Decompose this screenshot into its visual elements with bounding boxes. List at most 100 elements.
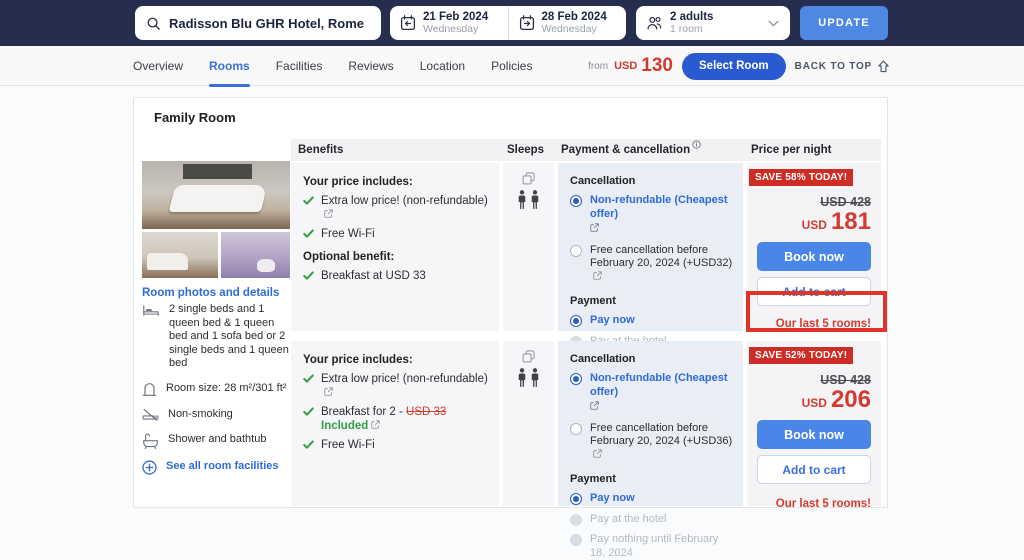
option-text: Pay now xyxy=(590,314,635,328)
checkin-date-text: 21 Feb 2024 Wednesday xyxy=(423,11,488,35)
option-text: Pay nothing until February 18, 2024 xyxy=(590,533,733,560)
add-to-cart-button[interactable]: Add to cart xyxy=(757,455,871,484)
checkout-weekday: Wednesday xyxy=(542,23,607,35)
see-all-facilities-link[interactable]: See all room facilities xyxy=(142,460,294,475)
book-now-button[interactable]: Book now xyxy=(757,420,871,449)
benefit-text: Breakfast at USD 33 xyxy=(321,269,426,283)
no-smoking-icon xyxy=(142,408,159,422)
facilities-link-text: See all room facilities xyxy=(166,460,279,474)
person-icon xyxy=(517,368,527,388)
checkin-calendar-icon xyxy=(400,15,416,31)
offer1-benefits-cell: Your price includes: Extra low price! (n… xyxy=(291,163,499,331)
price-currency: USD xyxy=(802,396,827,410)
cancel-option-nonrefundable[interactable]: Non-refundable (Cheapest offer) xyxy=(570,372,733,415)
info-icon[interactable] xyxy=(692,140,701,149)
room-photo-main[interactable] xyxy=(142,161,290,229)
external-link-icon[interactable] xyxy=(590,223,599,232)
radio-unselected[interactable] xyxy=(570,423,582,435)
benefit-item: Free Wi-Fi xyxy=(303,227,491,241)
price-amount: 181 xyxy=(831,208,871,235)
select-room-button[interactable]: Select Room xyxy=(682,53,786,80)
pay-option-pay-now[interactable]: Pay now xyxy=(570,492,733,506)
external-link-icon[interactable] xyxy=(590,401,599,410)
photo-bed xyxy=(168,185,267,212)
sleeps-two-adults-icon xyxy=(517,368,540,388)
radio-disabled xyxy=(570,534,582,546)
update-search-button[interactable]: UPDATE xyxy=(800,6,888,40)
search-icon xyxy=(146,16,161,31)
room-photo-2[interactable] xyxy=(142,232,218,278)
benefit-item: Breakfast at USD 33 xyxy=(303,269,491,283)
col-header-benefits: Benefits xyxy=(298,139,343,161)
add-to-cart-button[interactable]: Add to cart xyxy=(757,277,871,306)
radio-selected[interactable] xyxy=(570,493,582,505)
check-icon xyxy=(303,228,314,239)
benefit-text: Extra low price! (non-refundable) xyxy=(321,373,488,385)
detail-room-size: Room size: 28 m²/301 ft² xyxy=(142,382,294,397)
external-link-icon[interactable] xyxy=(593,449,602,458)
external-link-icon[interactable] xyxy=(371,420,380,429)
checkin-date-field[interactable]: 21 Feb 2024 Wednesday xyxy=(390,6,508,40)
from-label: from xyxy=(588,61,608,72)
urgency-message: Our last 5 rooms! xyxy=(757,498,871,510)
cancellation-label: Cancellation xyxy=(570,175,733,187)
cancellation-label: Cancellation xyxy=(570,353,733,365)
cancel-option-free-cancellation[interactable]: Free cancellation before February 20, 20… xyxy=(570,244,733,285)
guests-adults: 2 adults xyxy=(670,11,713,23)
tab-policies[interactable]: Policies xyxy=(491,46,532,86)
radio-disabled xyxy=(570,514,582,526)
hotel-search-field[interactable]: Radisson Blu GHR Hotel, Rome xyxy=(135,6,381,40)
hotel-booking-page: { "topbar": { "search_value": "Radisson … xyxy=(0,0,1024,522)
cancel-option-free-cancellation[interactable]: Free cancellation before February 20, 20… xyxy=(570,422,733,463)
guests-rooms: 1 room xyxy=(670,23,713,35)
checkin-date: 21 Feb 2024 xyxy=(423,11,488,23)
offer1-price-cell: SAVE 58% TODAY! USD 428 USD181 Book now … xyxy=(747,163,881,331)
room-page-nav: Overview Rooms Facilities Reviews Locati… xyxy=(0,46,1024,86)
radio-selected[interactable] xyxy=(570,195,582,207)
person-icon xyxy=(530,190,540,210)
tab-facilities[interactable]: Facilities xyxy=(276,46,323,86)
urgency-message: Our last 5 rooms! xyxy=(757,318,871,330)
radio-unselected[interactable] xyxy=(570,245,582,257)
family-room-card: Family Room Benefits Sleeps Payment & ca… xyxy=(133,97,888,508)
benefit-item-breakfast: Breakfast for 2 - USD 33 Included xyxy=(303,405,491,433)
sleeps-two-adults-icon xyxy=(517,190,540,210)
current-price: USD181 xyxy=(757,210,871,237)
benefit-text: Breakfast for 2 - xyxy=(321,406,406,418)
radio-selected[interactable] xyxy=(570,373,582,385)
chevron-down-icon xyxy=(768,20,779,27)
room-photo-3[interactable] xyxy=(221,232,290,278)
offer2-price-cell: SAVE 52% TODAY! USD 428 USD206 Book now … xyxy=(747,341,881,506)
compare-icon[interactable] xyxy=(522,350,535,363)
benefit-item: Extra low price! (non-refundable) xyxy=(303,194,491,222)
checkout-date-field[interactable]: 28 Feb 2024 Wednesday xyxy=(508,6,627,40)
date-range-picker: 21 Feb 2024 Wednesday 28 Feb 2024 Wednes… xyxy=(390,6,626,40)
cancel-option-nonrefundable[interactable]: Non-refundable (Cheapest offer) xyxy=(570,194,733,237)
benefit-item: Free Wi-Fi xyxy=(303,438,491,452)
tab-rooms[interactable]: Rooms xyxy=(209,46,250,86)
check-icon xyxy=(303,406,314,417)
book-now-button[interactable]: Book now xyxy=(757,242,871,271)
tab-reviews[interactable]: Reviews xyxy=(348,46,393,86)
bath-text: Shower and bathtub xyxy=(168,433,266,449)
offer2-benefits-cell: Your price includes: Extra low price! (n… xyxy=(291,341,499,506)
tab-location[interactable]: Location xyxy=(420,46,465,86)
payment-label: Payment xyxy=(570,295,733,307)
search-header-bar: Radisson Blu GHR Hotel, Rome 21 Feb 2024… xyxy=(0,0,1024,46)
guests-selector[interactable]: 2 adults 1 room xyxy=(636,6,790,40)
person-icon xyxy=(517,190,527,210)
includes-label: Your price includes: xyxy=(303,176,491,188)
room-photos-details-link[interactable]: Room photos and details xyxy=(142,287,290,299)
col-header-price: Price per night xyxy=(751,139,832,161)
external-link-icon[interactable] xyxy=(324,209,333,218)
price-amount: 206 xyxy=(831,386,871,413)
tab-overview[interactable]: Overview xyxy=(133,46,183,86)
guests-text: 2 adults 1 room xyxy=(670,11,713,35)
back-to-top-button[interactable]: BACK TO TOP xyxy=(795,60,890,73)
compare-icon[interactable] xyxy=(522,172,535,185)
external-link-icon[interactable] xyxy=(593,271,602,280)
radio-selected[interactable] xyxy=(570,315,582,327)
external-link-icon[interactable] xyxy=(324,387,333,396)
hotel-search-value: Radisson Blu GHR Hotel, Rome xyxy=(169,16,364,31)
pay-option-pay-now[interactable]: Pay now xyxy=(570,314,733,328)
